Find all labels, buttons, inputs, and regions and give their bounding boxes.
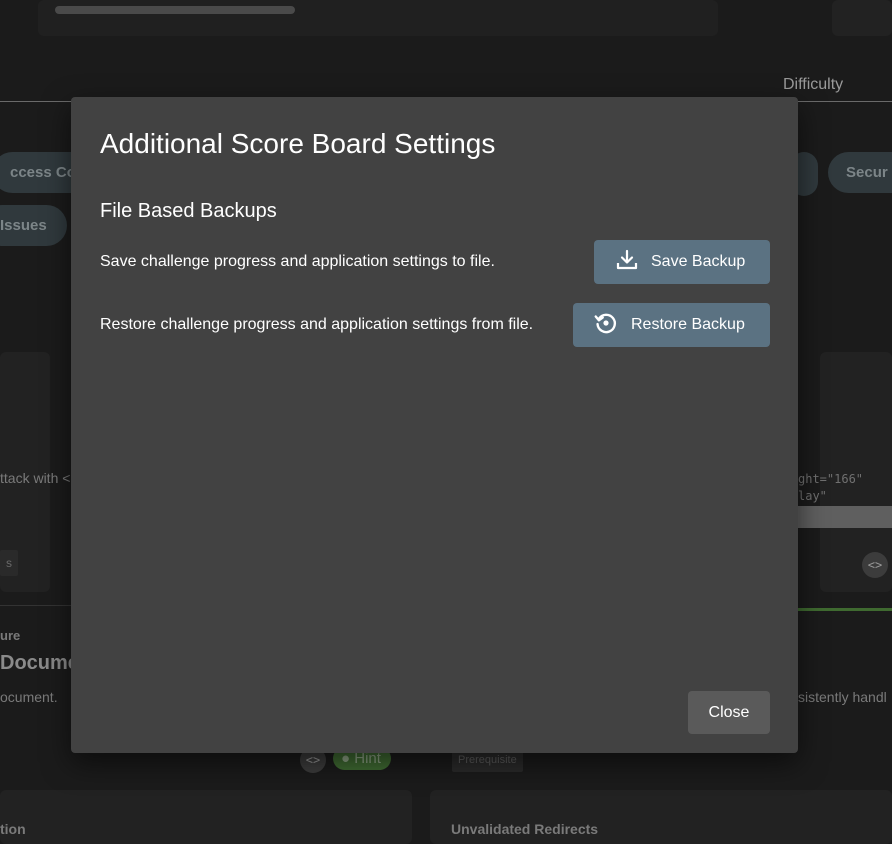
bg-handle-text: sistently handl [798,689,887,705]
bg-card-bottom-left [0,790,412,844]
bg-grey-bar [798,506,892,528]
bg-code-icon: <> [862,552,888,578]
section-title: File Based Backups [100,200,277,222]
save-backup-button[interactable]: Save Backup [594,240,770,284]
bg-chip-issues: Issues [0,205,67,246]
download-icon [615,248,651,277]
restore-backup-label: Restore Backup [631,316,745,333]
bg-chip-security: Secur [828,152,892,193]
bg-divider-left [0,605,71,606]
bg-bottom-right-title: Unvalidated Redirects [451,821,599,837]
close-button[interactable]: Close [688,691,770,734]
bg-section-ure: ure [0,628,21,643]
restore-row-text: Restore challenge progress and applicati… [100,316,534,333]
save-row-text: Save challenge progress and application … [100,253,495,270]
bg-document-text: ocument. [0,689,58,705]
bg-attack-text: ttack with < [0,470,71,486]
bg-bottom-left-title: tion [0,821,26,837]
bg-code-line-2: lay" [798,489,827,503]
bg-difficulty-label: Difficulty [783,76,844,93]
settings-dialog: Additional Score Board Settings File Bas… [71,97,798,753]
dialog-title: Additional Score Board Settings [100,128,496,159]
save-backup-label: Save Backup [651,253,746,270]
bg-green-line [798,608,892,611]
restore-backup-button[interactable]: Restore Backup [573,303,770,347]
bg-progress-bar [55,6,295,14]
restore-icon [593,310,631,341]
bg-header-card-right [832,0,892,36]
bg-small-tag: s [0,550,18,576]
bg-code-line-1: ght="166" [798,472,864,486]
